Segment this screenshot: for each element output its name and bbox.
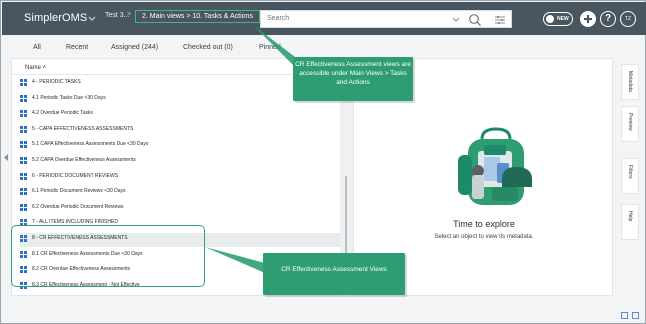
vault-menu-icon[interactable]	[88, 15, 96, 23]
side-tab-preview[interactable]: Preview	[621, 106, 639, 142]
list-item-label: 6.1 Periodic Document Reviews <30 Days	[32, 188, 126, 195]
side-tab-filters[interactable]: Filters	[621, 158, 639, 194]
list-item[interactable]: 6.2 Overdue Periodic Document Reviews	[20, 202, 340, 216]
callout-pointer-bottom	[205, 247, 265, 273]
callout-pointer-top	[253, 25, 295, 67]
top-bar: SimplerOMS Test 3... > 2. Main views > 1…	[2, 2, 646, 35]
search-options-icon[interactable]	[494, 14, 506, 26]
tab-all[interactable]: All	[33, 44, 41, 51]
list-item[interactable]: 5.2 CAPA Overdue Effectiveness Assessmen…	[20, 155, 340, 169]
view-icon	[20, 110, 27, 118]
panel-layout-icon[interactable]	[632, 312, 639, 319]
view-icon	[20, 125, 27, 133]
list-item-label: 5 - CAPA EFFECTIVENESS ASSESSMENTS	[32, 125, 134, 132]
list-item-label: 5.1 CAPA Effectiveness Assessments Due <…	[32, 141, 149, 148]
view-icon	[20, 94, 27, 102]
toggle-label: NEW	[557, 16, 569, 22]
list-item[interactable]: 6 - PERIODIC DOCUMENT REVIEWS	[20, 171, 340, 185]
breadcrumb-vault[interactable]: Test 3...	[105, 12, 130, 19]
empty-state-title: Time to explore	[453, 219, 515, 229]
app-window: SimplerOMS Test 3... > 2. Main views > 1…	[0, 0, 646, 324]
view-icon	[20, 188, 27, 196]
new-ui-toggle[interactable]: NEW	[543, 12, 573, 26]
list-item[interactable]: 5.1 CAPA Effectiveness Assessments Due <…	[20, 139, 340, 153]
list-item[interactable]: 4.2 Overdue Periodic Tasks	[20, 108, 340, 122]
callout-main-views: CR Effectiveness Assessment views are ac…	[293, 57, 413, 101]
tab-checked-out[interactable]: Checked out (0)	[183, 44, 233, 51]
layout-switcher	[621, 311, 643, 321]
view-icon	[20, 79, 27, 86]
view-icon	[20, 203, 27, 211]
list-item-label: 6 - PERIODIC DOCUMENT REVIEWS	[32, 172, 119, 179]
breadcrumb-current-view[interactable]: 2. Main views > 10. Tasks & Actions	[135, 10, 260, 23]
list-item[interactable]: 6.1 Periodic Document Reviews <30 Days	[20, 186, 340, 200]
list-item-label: 4 - PERIODIC TASKS	[32, 79, 81, 85]
create-new-button[interactable]	[580, 11, 596, 27]
list-item-label: 4.1 Periodic Tasks Due <30 Days	[32, 94, 106, 101]
backpack-illustration	[458, 127, 532, 205]
user-avatar[interactable]: TZ	[620, 11, 636, 27]
view-icon	[20, 172, 27, 180]
side-tab-metadata[interactable]: Metadata	[621, 64, 639, 100]
callout-cr-views: CR Effectiveness Assessment Views	[263, 253, 405, 295]
list-layout-icon[interactable]	[621, 312, 628, 319]
list-item-label: 4.2 Overdue Periodic Tasks	[32, 110, 94, 117]
search-icon[interactable]	[468, 13, 482, 27]
right-side-tabs: Metadata Preview Filters Help	[619, 58, 641, 296]
side-tab-help[interactable]: Help	[621, 204, 639, 240]
view-icon	[20, 141, 27, 149]
view-icon	[20, 157, 27, 164]
list-item[interactable]: 4.1 Periodic Tasks Due <30 Days	[20, 93, 340, 107]
tab-assigned[interactable]: Assigned (244)	[111, 44, 158, 51]
tab-recent[interactable]: Recent	[66, 44, 88, 51]
chevron-down-icon[interactable]	[451, 14, 461, 24]
search-box[interactable]: Search	[260, 10, 512, 28]
help-button[interactable]: ?	[600, 11, 616, 27]
breadcrumb-separator: >	[127, 11, 132, 18]
collapse-left-icon[interactable]	[4, 154, 8, 161]
cr-views-highlight	[11, 225, 205, 287]
list-item-label: 6.2 Overdue Periodic Document Reviews	[32, 203, 124, 210]
list-item[interactable]: 5 - CAPA EFFECTIVENESS ASSESSMENTS	[20, 124, 340, 138]
search-input[interactable]: Search	[267, 15, 289, 22]
list-item-label: 5.2 CAPA Overdue Effectiveness Assessmen…	[32, 157, 136, 163]
toggle-knob	[546, 15, 554, 23]
empty-state-subtitle: Select an object to view its metadata.	[434, 234, 534, 240]
app-logo[interactable]: SimplerOMS	[24, 12, 87, 24]
name-column-header[interactable]: Name ˄	[25, 65, 46, 71]
list-item[interactable]: 4 - PERIODIC TASKS	[20, 77, 340, 91]
